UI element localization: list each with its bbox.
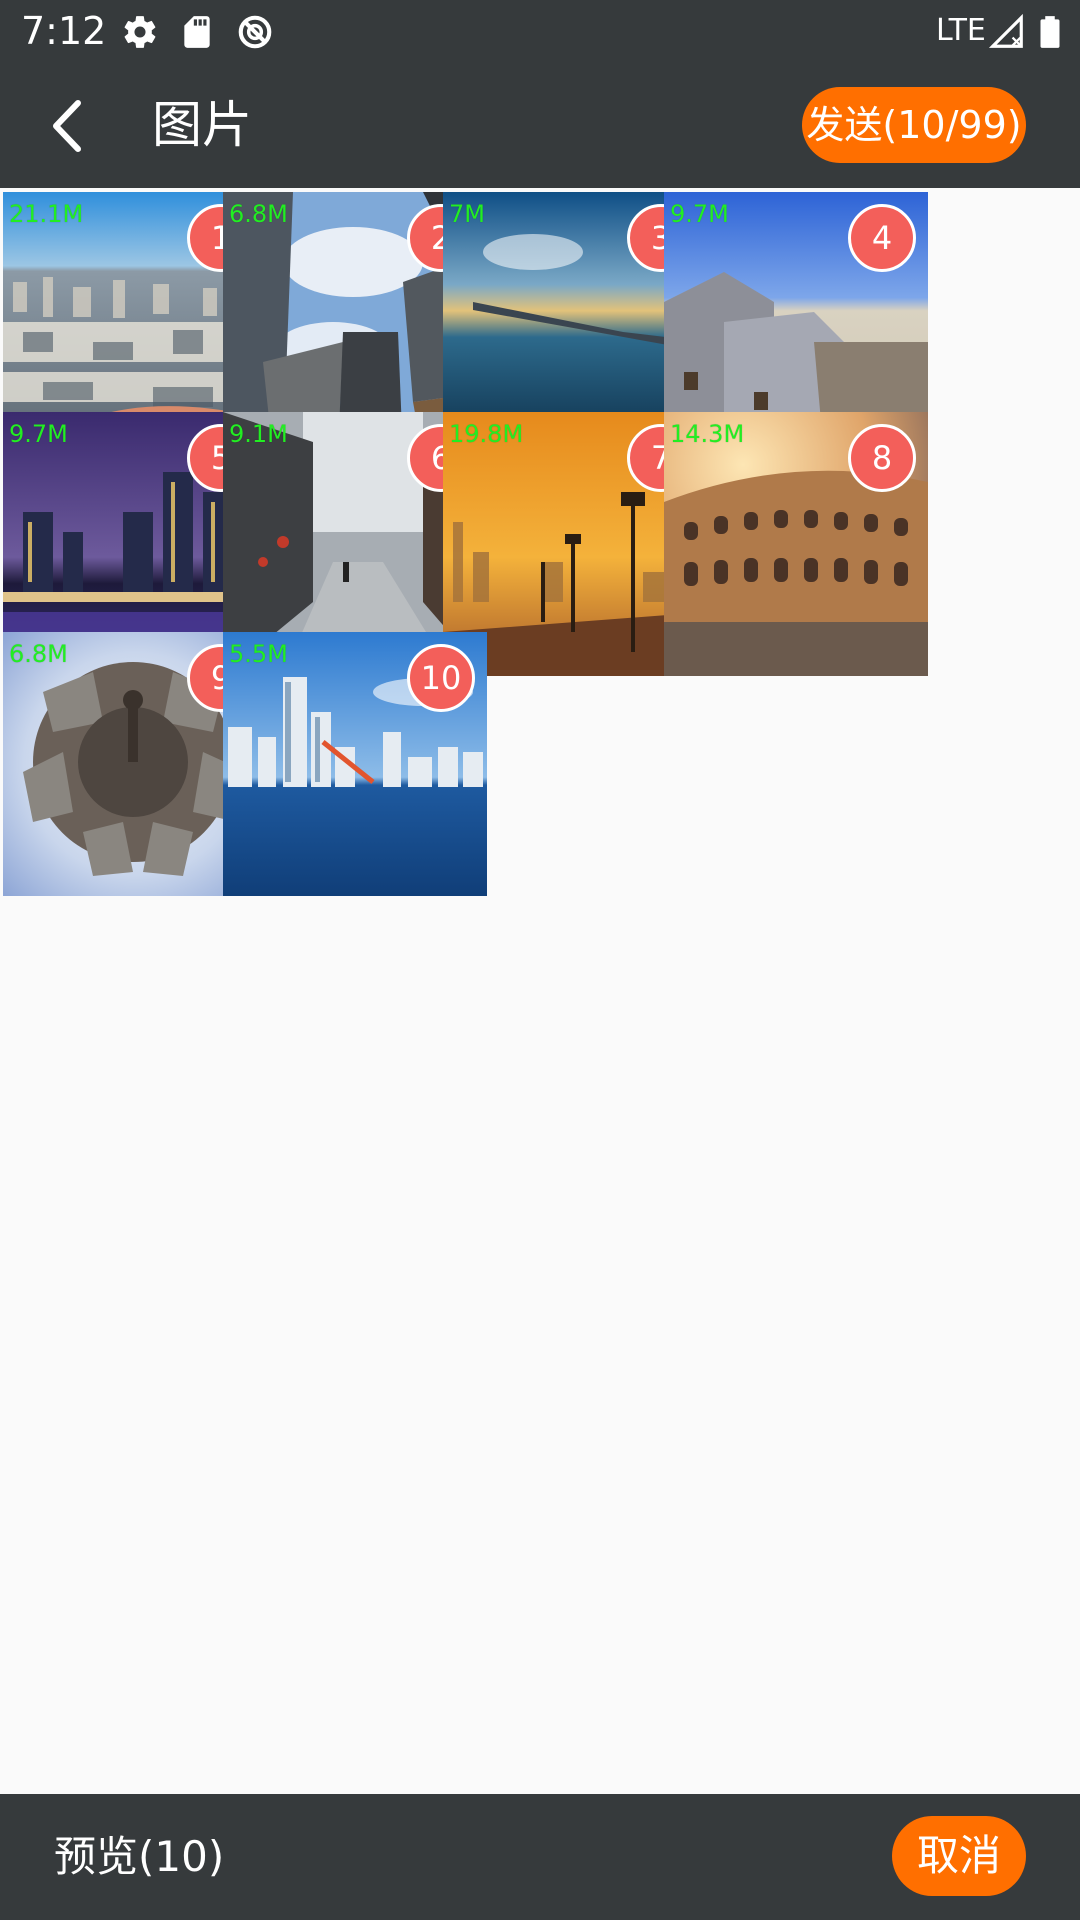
- photo-tile[interactable]: 5.5M 10: [223, 632, 487, 896]
- cancel-button[interactable]: 取消: [892, 1816, 1026, 1896]
- file-size-label: 6.8M: [229, 200, 288, 228]
- file-size-label: 9.7M: [670, 200, 729, 228]
- photo-tile[interactable]: 14.3M 8: [664, 412, 928, 676]
- file-size-label: 9.7M: [9, 420, 68, 448]
- file-size-label: 14.3M: [670, 420, 745, 448]
- photo-picker-screen: 7:12 LTE 图片 发送(10/99) 21.1M 1 6.8M 2 7M …: [0, 0, 1080, 1920]
- file-size-label: 5.5M: [229, 640, 288, 668]
- bottom-bar: 预览(10) 取消: [0, 1794, 1080, 1920]
- status-time: 7:12: [21, 9, 107, 53]
- file-size-label: 9.1M: [229, 420, 288, 448]
- app-bar: 图片 发送(10/99): [0, 63, 1080, 188]
- file-size-label: 7M: [449, 200, 485, 228]
- status-bar: 7:12 LTE: [0, 0, 1080, 63]
- file-size-label: 21.1M: [9, 200, 84, 228]
- selection-badge[interactable]: 8: [848, 424, 916, 492]
- back-arrow-icon[interactable]: [38, 91, 102, 161]
- send-button[interactable]: 发送(10/99): [802, 87, 1026, 163]
- settings-icon: [124, 16, 156, 48]
- network-type: LTE: [936, 13, 986, 48]
- do-not-disturb-icon: [238, 15, 272, 49]
- selection-badge[interactable]: 10: [407, 644, 475, 712]
- sd-card-icon: [184, 16, 210, 48]
- signal-icon: [988, 13, 1023, 48]
- file-size-label: 6.8M: [9, 640, 68, 668]
- selection-badge[interactable]: 4: [848, 204, 916, 272]
- battery-icon: [1040, 16, 1060, 48]
- page-title: 图片: [152, 96, 252, 154]
- file-size-label: 19.8M: [449, 420, 524, 448]
- preview-button[interactable]: 预览(10): [54, 1830, 224, 1884]
